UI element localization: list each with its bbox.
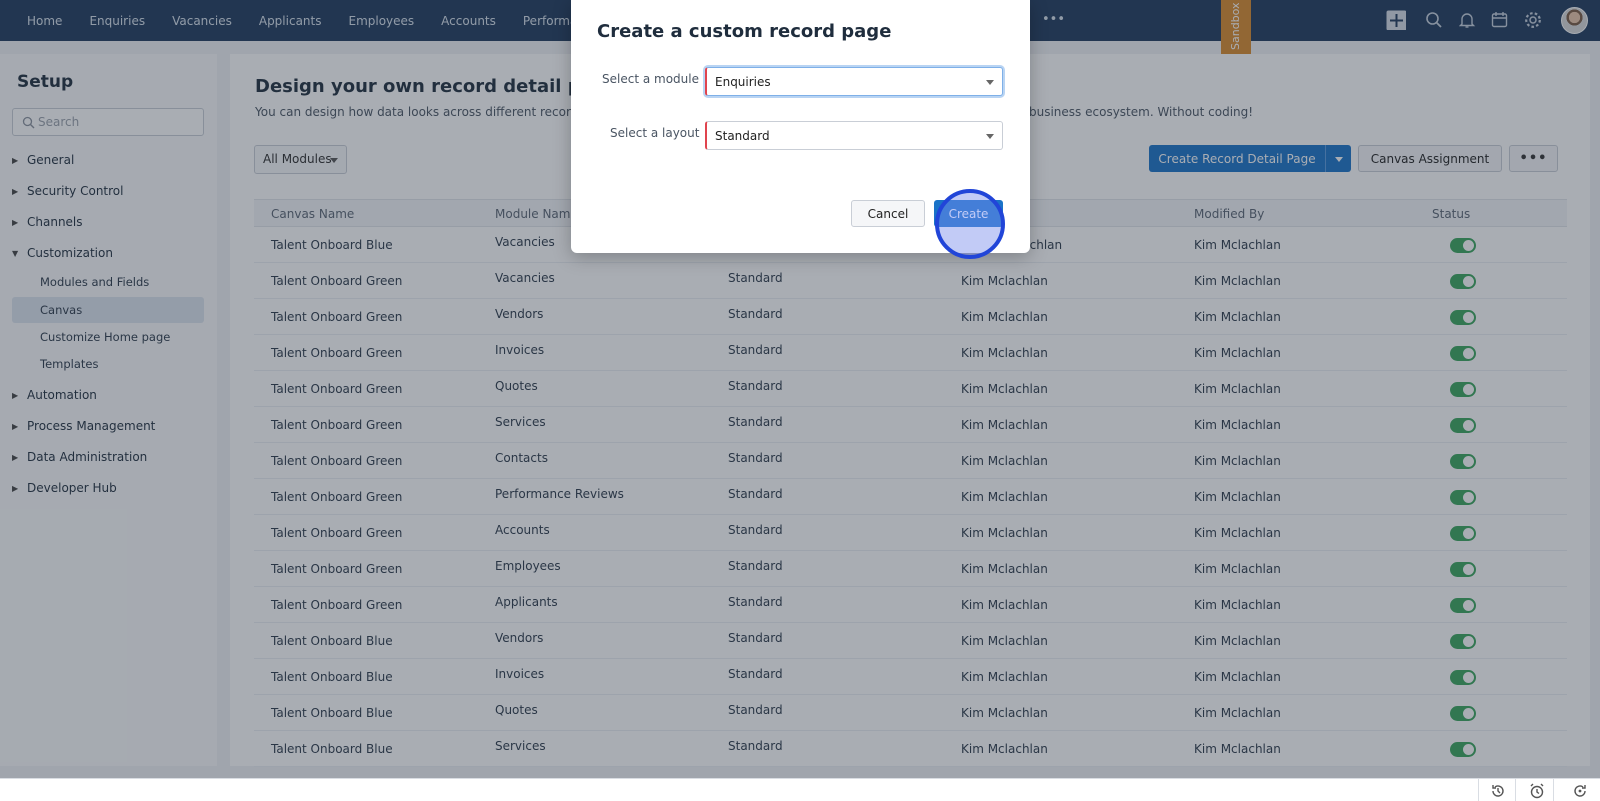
recent-items-icon[interactable] <box>1572 783 1588 799</box>
alarm-clock-icon[interactable] <box>1529 783 1545 799</box>
layout-select[interactable]: Standard <box>705 121 1003 150</box>
layout-select-label: Select a layout <box>610 126 700 140</box>
module-select[interactable]: Enquiries <box>705 67 1003 96</box>
dialog-title: Create a custom record page <box>597 21 892 42</box>
divider <box>1515 779 1516 801</box>
module-select-label: Select a module <box>602 72 699 86</box>
click-indicator <box>935 189 1005 259</box>
cancel-button[interactable]: Cancel <box>851 200 925 227</box>
divider <box>1478 779 1479 801</box>
chevron-down-icon <box>986 134 994 139</box>
divider <box>1553 779 1554 801</box>
bottom-bar <box>0 778 1600 801</box>
history-icon[interactable] <box>1490 783 1506 799</box>
chevron-down-icon <box>986 80 994 85</box>
